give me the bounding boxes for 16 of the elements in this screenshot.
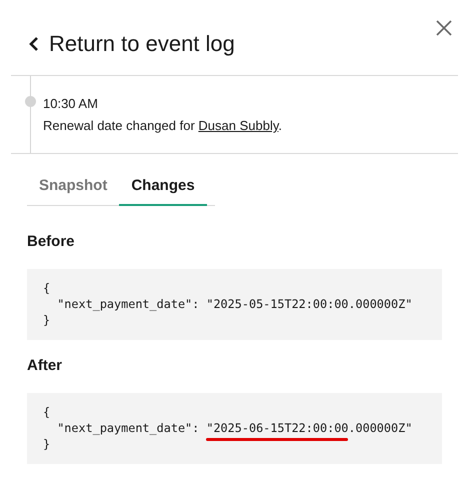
tab[interactable]: Snapshot xyxy=(27,175,120,206)
customer-link[interactable]: Dusan Subbly xyxy=(198,118,278,133)
code-line: { xyxy=(43,404,50,420)
event-description: Renewal date changed for Dusan Subbly. xyxy=(43,117,282,135)
event-time: 10:30 AM xyxy=(43,95,99,113)
section-heading: After xyxy=(27,356,64,376)
code-line: "next_payment_date": "2025-06-15T22:00:00.000000Z" xyxy=(56,420,412,436)
code-line: "next_payment_date": "2025-05-15T22:00:00.000000Z" xyxy=(56,296,412,312)
back-link[interactable]: Return to event log xyxy=(29,29,235,59)
tab[interactable]: Changes xyxy=(119,175,207,206)
code-line: { xyxy=(43,280,50,296)
code-line: } xyxy=(43,436,50,452)
close-icon[interactable] xyxy=(436,20,452,36)
chevron-left-icon xyxy=(29,36,39,52)
code-line: } xyxy=(43,312,50,328)
section-heading: Before xyxy=(27,232,76,252)
